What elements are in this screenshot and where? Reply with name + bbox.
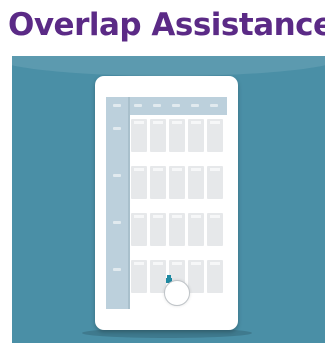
- cell-label-chip: [153, 262, 163, 265]
- calendar-cell[interactable]: [207, 260, 223, 293]
- calendar-cell[interactable]: [131, 213, 147, 246]
- calendar-cell[interactable]: [207, 119, 223, 152]
- page: Overlap Assistance: [0, 0, 325, 355]
- cell-label-chip: [134, 168, 144, 171]
- cell-label-chip: [134, 262, 144, 265]
- touch-circle-icon[interactable]: [164, 280, 190, 306]
- time-divider: [128, 97, 130, 309]
- calendar-cell[interactable]: [131, 119, 147, 152]
- calendar-cell[interactable]: [169, 166, 185, 199]
- cell-label-chip: [210, 121, 220, 124]
- calendar-cell[interactable]: [188, 119, 204, 152]
- calendar-cell[interactable]: [150, 213, 166, 246]
- day-header-tick: [172, 104, 180, 107]
- cell-label-chip: [153, 168, 163, 171]
- calendar-cell[interactable]: [188, 166, 204, 199]
- cell-label-chip: [210, 262, 220, 265]
- cell-label-chip: [210, 215, 220, 218]
- headline: Overlap Assistance: [8, 7, 325, 43]
- calendar-cell[interactable]: [207, 166, 223, 199]
- cell-label-chip: [191, 168, 201, 171]
- calendar-cell[interactable]: [169, 119, 185, 152]
- calendar-cell[interactable]: [150, 166, 166, 199]
- illustration-scene: [12, 56, 325, 343]
- cell-label-chip: [191, 262, 201, 265]
- calendar-cell[interactable]: [131, 260, 147, 293]
- day-header: [128, 97, 227, 115]
- cell-label-chip: [172, 215, 182, 218]
- cell-label-chip: [172, 168, 182, 171]
- cell-label-chip: [191, 215, 201, 218]
- background-band: [12, 56, 325, 76]
- time-label-tick: [113, 174, 121, 177]
- day-header-tick: [191, 104, 199, 107]
- drag-marker-icon: [166, 268, 172, 283]
- cell-label-chip: [134, 121, 144, 124]
- calendar-cell[interactable]: [169, 213, 185, 246]
- calendar-cell[interactable]: [188, 260, 204, 293]
- cell-label-chip: [172, 121, 182, 124]
- cell-label-chip: [134, 215, 144, 218]
- calendar-cell[interactable]: [150, 119, 166, 152]
- day-header-tick: [153, 104, 161, 107]
- day-header-tick: [210, 104, 218, 107]
- phone-mockup: [95, 76, 238, 330]
- cell-label-chip: [153, 121, 163, 124]
- calendar-cell[interactable]: [207, 213, 223, 246]
- time-label-tick: [113, 127, 121, 130]
- day-header-tick: [134, 104, 142, 107]
- calendar-cell[interactable]: [131, 166, 147, 199]
- time-label-tick: [113, 268, 121, 271]
- calendar-screen: [106, 97, 227, 309]
- cell-label-chip: [172, 262, 182, 265]
- cell-label-chip: [153, 215, 163, 218]
- time-label-tick: [113, 221, 121, 224]
- calendar-cell[interactable]: [188, 213, 204, 246]
- time-column: [106, 97, 128, 309]
- cell-label-chip: [191, 121, 201, 124]
- calendar-cell[interactable]: [150, 260, 166, 293]
- cell-label-chip: [210, 168, 220, 171]
- drag-marker-top: [167, 275, 171, 278]
- time-header-tick: [113, 104, 121, 107]
